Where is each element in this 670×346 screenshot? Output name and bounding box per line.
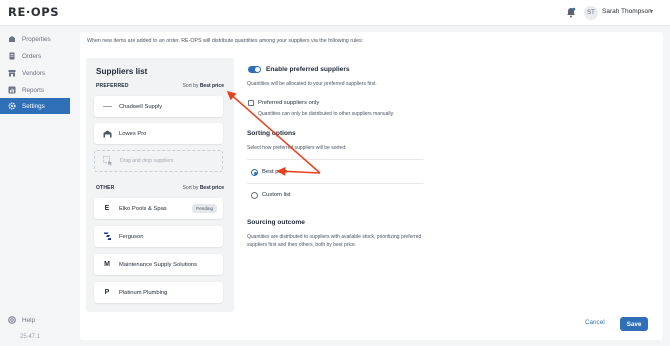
- store-icon: [8, 70, 16, 77]
- help-link[interactable]: Help: [8, 316, 35, 324]
- sidebar-item-orders[interactable]: Orders: [0, 48, 70, 64]
- supplier-name: Lowes Pro: [119, 130, 147, 137]
- other-sort-label[interactable]: Sort by Best price: [183, 185, 224, 191]
- supplier-card-platinum[interactable]: P Platinum Plumbing: [94, 282, 223, 303]
- document-icon: [9, 52, 15, 60]
- ferguson-logo-icon: [102, 232, 112, 242]
- sourcing-outcome-title: Sourcing outcome: [247, 219, 305, 226]
- cancel-button[interactable]: Cancel: [585, 319, 605, 326]
- custom-list-radio[interactable]: [251, 192, 258, 199]
- supplier-name: Maintenance Supply Solutions: [119, 261, 197, 268]
- main-content: When new items are added to an order, RE…: [80, 32, 663, 340]
- sidebar-item-label: Orders: [22, 52, 42, 60]
- chart-icon: [8, 86, 16, 94]
- drag-drop-icon: [103, 156, 113, 166]
- preferred-only-label[interactable]: Preferred suppliers only: [258, 100, 319, 106]
- custom-list-label[interactable]: Custom list: [262, 192, 291, 198]
- best-price-radio[interactable]: [251, 169, 258, 176]
- divider: [247, 183, 423, 184]
- enable-preferred-desc: Quantities will be allocated to your pre…: [247, 81, 377, 87]
- sidebar-item-reports[interactable]: Reports: [0, 82, 70, 98]
- sidebar-item-label: Settings: [22, 102, 45, 110]
- supplier-initial-icon: E: [104, 205, 110, 212]
- supplier-card-elko[interactable]: E Elko Pools & Spas Pending: [94, 198, 223, 219]
- sidebar-item-vendors[interactable]: Vendors: [0, 65, 70, 81]
- sorting-options-title: Sorting options: [247, 130, 296, 137]
- supplier-initial-icon: P: [104, 289, 110, 296]
- other-section-label: OTHER: [96, 185, 115, 191]
- sort-value: Best price: [199, 83, 224, 89]
- supplier-card-lowes[interactable]: Lowes Pro: [94, 123, 223, 144]
- save-button[interactable]: Save: [620, 317, 648, 331]
- supplier-card-maintenance[interactable]: M Maintenance Supply Solutions: [94, 254, 223, 275]
- supplier-initial-icon: M: [104, 261, 110, 268]
- best-price-label[interactable]: Best price: [262, 169, 288, 175]
- gear-icon: [8, 102, 16, 110]
- supplier-name: Platinum Plumbing: [119, 289, 168, 296]
- drop-zone[interactable]: Drag and drop suppliers: [94, 150, 223, 172]
- app-logo[interactable]: RE·OPS: [8, 5, 59, 19]
- suppliers-panel: Suppliers list PREFERRED Sort by Best pr…: [86, 58, 234, 312]
- preferred-sort-label[interactable]: Sort by Best price: [183, 83, 224, 89]
- avatar[interactable]: ST: [584, 6, 598, 20]
- sort-prefix: Sort by: [182, 83, 199, 89]
- supplier-name: Elko Pools & Spas: [119, 205, 167, 212]
- sidebar-item-label: Properties: [22, 35, 51, 43]
- sidebar-item-properties[interactable]: Properties: [0, 31, 70, 47]
- divider: [247, 159, 423, 160]
- app-version: 25.47.1: [20, 334, 41, 340]
- sorting-options-desc: Select how preferred suppliers will be s…: [247, 145, 347, 151]
- enable-preferred-toggle[interactable]: [248, 66, 261, 73]
- top-bar: RE·OPS ST Sarah Thompson ▾: [0, 0, 670, 26]
- building-icon: [9, 36, 15, 42]
- sort-prefix: Sort by: [182, 185, 199, 191]
- user-name[interactable]: Sarah Thompson: [602, 8, 652, 15]
- enable-preferred-title: Enable preferred suppliers: [266, 66, 350, 73]
- sidebar-item-settings[interactable]: Settings: [0, 98, 70, 114]
- intro-text: When new items are added to an order, RE…: [87, 38, 364, 44]
- sidebar: Properties Orders Vendors Reports Settin…: [0, 27, 70, 346]
- sidebar-item-label: Reports: [22, 86, 45, 94]
- suppliers-title: Suppliers list: [96, 67, 148, 76]
- preferred-only-checkbox[interactable]: [248, 100, 254, 106]
- drop-hint: Drag and drop suppliers: [120, 158, 174, 164]
- sidebar-item-label: Vendors: [22, 69, 46, 77]
- supplier-name: Ferguson: [119, 233, 144, 240]
- line-icon: [102, 102, 112, 112]
- supplier-card-chadwell[interactable]: Chadwell Supply: [94, 96, 223, 117]
- supplier-card-ferguson[interactable]: Ferguson: [94, 226, 223, 247]
- sourcing-outcome-desc: Quantities are distributed to suppliers …: [247, 234, 422, 248]
- help-label: Help: [22, 316, 35, 324]
- sort-value: Best price: [199, 185, 224, 191]
- notification-bell-icon[interactable]: [566, 7, 576, 18]
- supplier-name: Chadwell Supply: [119, 103, 163, 110]
- status-badge: Pending: [192, 204, 217, 213]
- preferred-only-desc: Quantities can only be distributed to ot…: [258, 111, 395, 117]
- help-icon: [8, 316, 16, 324]
- warehouse-icon: [102, 129, 112, 139]
- preferred-section-label: PREFERRED: [96, 83, 129, 89]
- chevron-down-icon[interactable]: ▾: [650, 8, 653, 15]
